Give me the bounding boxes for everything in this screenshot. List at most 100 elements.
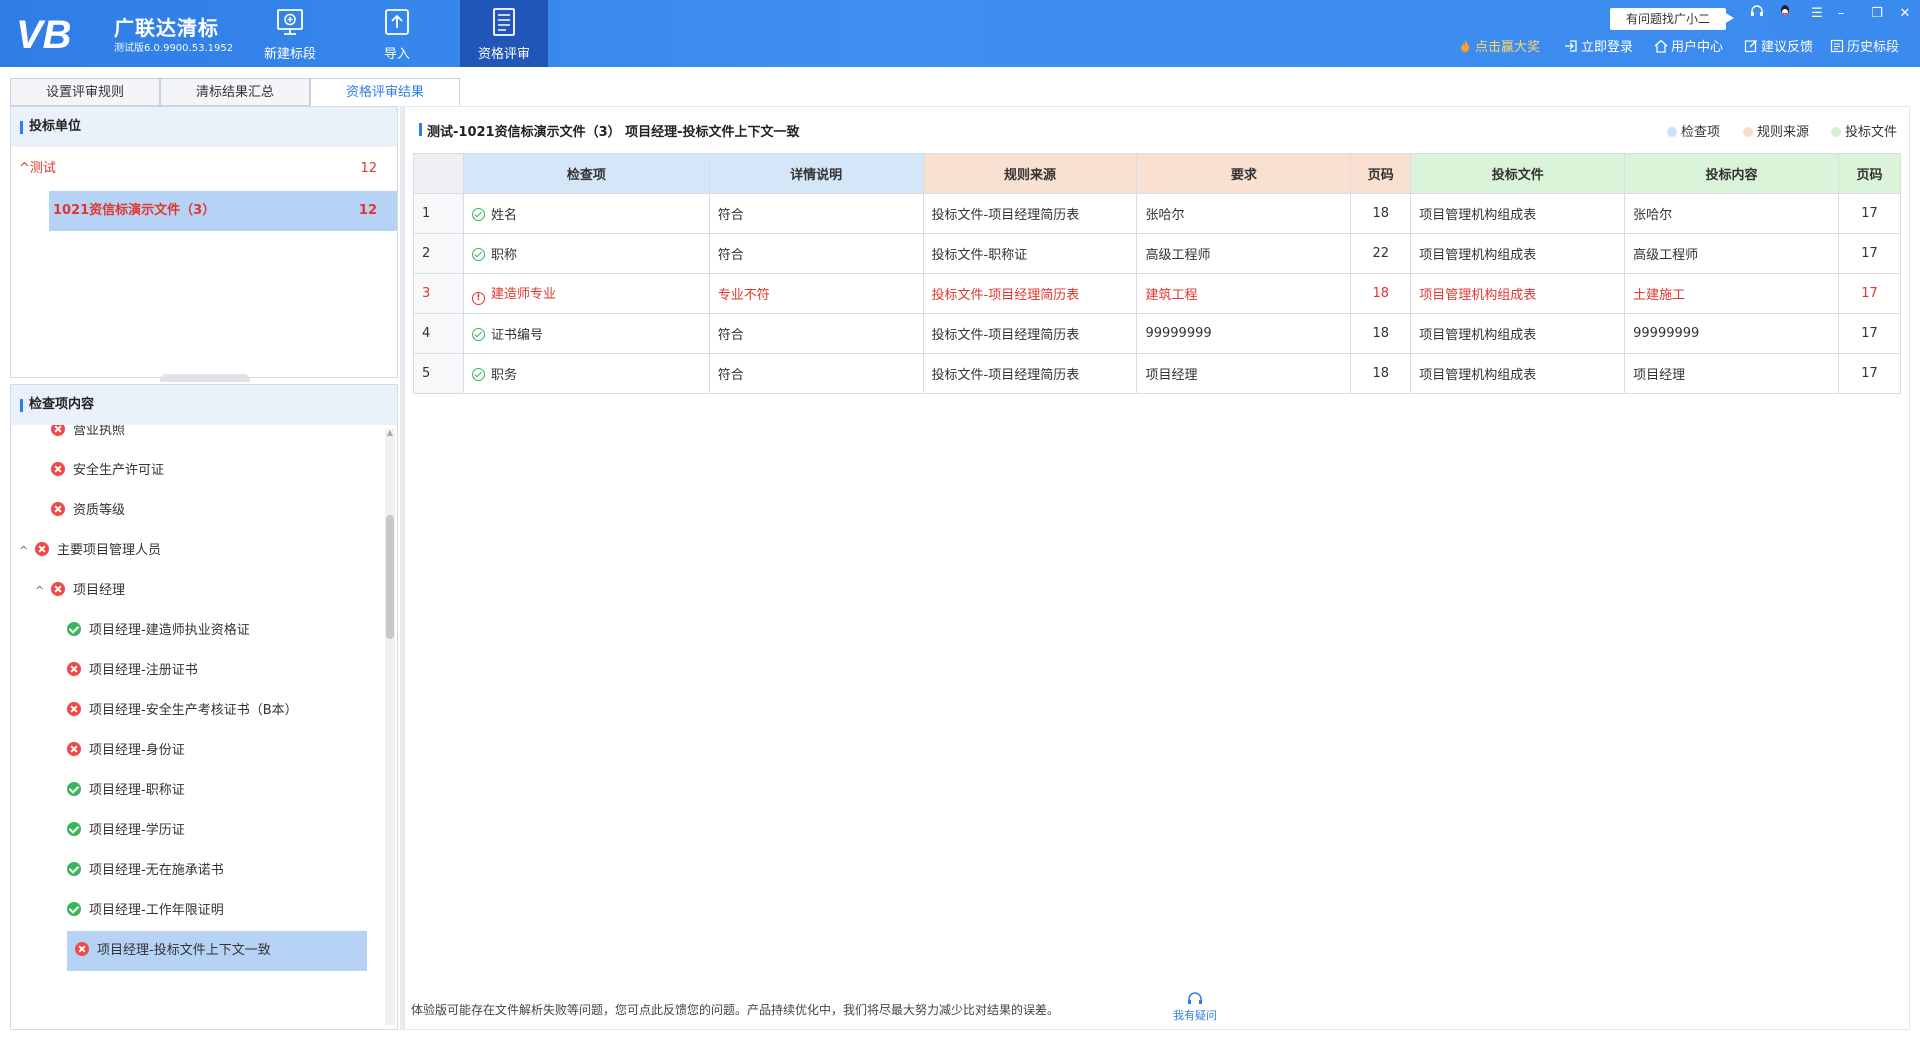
footer-note[interactable]: 体验版可能存在文件解析失败等问题，您可点此反馈您的问题。产品持续优化中，我们将尽… [411, 1001, 1059, 1018]
check-item-row[interactable]: 资质等级 [51, 491, 125, 531]
cell-bid-content: 项目经理 [1624, 353, 1839, 394]
check-item-label: 项目经理-职称证 [89, 783, 185, 798]
check-item-label: 项目经理-注册证书 [89, 663, 198, 678]
headset-icon [1188, 992, 1202, 1004]
row-index: 1 [413, 193, 464, 234]
user-center-link[interactable]: 用户中心 [1654, 38, 1723, 58]
bidder-group-row[interactable]: ^测试 12 [11, 149, 397, 189]
header-bid-file: 投标文件 [1410, 153, 1626, 194]
tree-scrollbar[interactable]: ▲ [385, 429, 395, 1025]
check-item-row[interactable]: 项目经理-投标文件上下文一致 [67, 931, 367, 971]
cell-bid-file: 项目管理机构组成表 [1410, 353, 1626, 394]
header-page: 页码 [1350, 153, 1412, 194]
table-row[interactable]: 2 职称 符合 投标文件-职称证 高级工程师 22 项目管理机构组成表 高级工程师 17 [413, 233, 1902, 274]
restore-icon[interactable]: ❐ [1866, 4, 1888, 24]
cell-detail: 符合 [708, 233, 924, 274]
cell-bid-content: 99999999 [1624, 313, 1839, 354]
toolbar-new-section-button[interactable]: 新建标段 [246, 0, 334, 67]
check-item-row[interactable]: 项目经理-职称证 [67, 771, 185, 811]
bidder-item-row[interactable]: 1021资信标演示文件（3） 12 [49, 191, 397, 231]
menu-icon[interactable]: ☰ [1806, 4, 1828, 24]
minimize-icon[interactable]: – [1830, 4, 1852, 24]
cell-detail: 符合 [708, 353, 924, 394]
feedback-link-label: 建议反馈 [1761, 40, 1814, 55]
toolbar-import-button[interactable]: 导入 [353, 0, 441, 67]
check-item-label: 项目经理-建造师执业资格证 [89, 623, 250, 638]
cell-bid-page: 17 [1837, 233, 1902, 274]
bidder-item-name: 1021资信标演示文件（3） [53, 203, 216, 218]
feedback-link[interactable]: 建议反馈 [1744, 38, 1813, 58]
award-link-label: 点击赢大奖 [1475, 40, 1541, 55]
scroll-up-icon[interactable]: ▲ [386, 429, 394, 437]
tree-scroll-thumb[interactable] [386, 515, 394, 639]
support-icon[interactable] [1746, 4, 1768, 24]
tab-qualification-result[interactable]: 资格评审结果 [310, 78, 460, 106]
check-item-label: 营业执照 [73, 425, 126, 438]
title-bar: VB 广联达清标 测试版6.0.9900.53.1952 新建标段 导入 资格评… [0, 0, 1920, 67]
check-item-row[interactable]: ^ 项目经理 [35, 571, 125, 611]
header-rule-source: 规则来源 [922, 153, 1138, 194]
table-row[interactable]: 3! 建造师专业 专业不符 投标文件-项目经理简历表 建筑工程 18 项目管理机构组成表 土建… [413, 273, 1902, 314]
cell-requirement: 高级工程师 [1136, 233, 1352, 274]
check-item-label: 项目经理-无在施承诺书 [89, 863, 224, 878]
history-link[interactable]: 历史标段 [1830, 38, 1899, 58]
check-item-label: 安全生产许可证 [73, 463, 165, 478]
bidder-panel-title: 投标单位 [11, 107, 397, 147]
cell-page: 22 [1350, 233, 1412, 274]
toolbar-qualification-review-button[interactable]: 资格评审 [460, 0, 548, 67]
check-item-row[interactable]: 项目经理-建造师执业资格证 [67, 611, 250, 651]
table-row[interactable]: 1 姓名 符合 投标文件-项目经理简历表 张哈尔 18 项目管理机构组成表 张哈尔 17 [413, 193, 1902, 234]
logo-text: VB [16, 13, 72, 56]
check-item-row[interactable]: 安全生产许可证 [51, 451, 164, 491]
cell-bid-file: 项目管理机构组成表 [1410, 193, 1626, 234]
check-item-row[interactable]: 项目经理-工作年限证明 [67, 891, 224, 931]
collapse-caret-icon[interactable]: ^ [19, 531, 35, 571]
check-circle-icon [471, 208, 485, 221]
import-icon [385, 9, 409, 35]
check-item-row[interactable]: 项目经理-安全生产考核证书（B本） [67, 691, 298, 731]
pass-icon [67, 862, 81, 876]
tab-review-rules[interactable]: 设置评审规则 [10, 78, 160, 106]
bidder-group-count: 12 [360, 161, 377, 176]
fail-icon [75, 942, 89, 956]
cell-requirement: 张哈尔 [1136, 193, 1352, 234]
cell-detail: 符合 [708, 313, 924, 354]
pass-icon [67, 782, 81, 796]
check-item-label: 项目经理-学历证 [89, 823, 185, 838]
qq-icon[interactable] [1774, 4, 1796, 24]
check-item-row[interactable]: 项目经理-身份证 [67, 731, 185, 771]
fail-icon [35, 542, 49, 556]
cell-rule-source: 投标文件-项目经理简历表 [922, 313, 1138, 354]
header-check-item: 检查项 [462, 153, 710, 194]
table-row[interactable]: 5 职务 符合 投标文件-项目经理简历表 项目经理 18 项目管理机构组成表 项目经理 17 [413, 353, 1902, 394]
tab-result-summary[interactable]: 清标结果汇总 [160, 78, 310, 106]
cell-page: 18 [1350, 273, 1412, 314]
horizontal-splitter[interactable] [160, 374, 250, 382]
table-row[interactable]: 4 证书编号 符合 投标文件-项目经理简历表 99999999 18 项目管理机构组成表 99… [413, 313, 1902, 354]
legend-check-item: 检查项 [1667, 121, 1720, 140]
warning-icon: ! [471, 291, 485, 305]
app-version: 测试版6.0.9900.53.1952 [114, 43, 234, 54]
close-icon[interactable]: ✕ [1894, 4, 1916, 24]
check-item-row[interactable]: 营业执照 [51, 425, 125, 451]
login-link[interactable]: 立即登录 [1564, 38, 1633, 58]
cell-bid-page: 17 [1837, 193, 1902, 234]
check-item-row[interactable]: 项目经理-注册证书 [67, 651, 198, 691]
collapse-caret-icon[interactable]: ^ [19, 161, 30, 176]
header-bid-page: 页码 [1837, 153, 1902, 194]
help-bubble[interactable]: 有问题找广小二 [1610, 8, 1734, 30]
toolbar-qualification-review-label: 资格评审 [477, 47, 530, 62]
check-item-row[interactable]: 项目经理-无在施承诺书 [67, 851, 224, 891]
cell-bid-page: 17 [1837, 353, 1902, 394]
cell-bid-content: 土建施工 [1624, 273, 1839, 314]
collapse-caret-icon[interactable]: ^ [35, 571, 51, 611]
check-item-row[interactable]: 项目经理-学历证 [67, 811, 185, 851]
legend-dot-icon [1831, 127, 1841, 137]
check-circle-icon [471, 368, 485, 381]
user-center-link-label: 用户中心 [1671, 40, 1724, 55]
award-link[interactable]: 点击赢大奖 [1458, 38, 1540, 58]
ask-question-button[interactable]: 我有疑问 [1165, 991, 1225, 1023]
check-circle-icon [471, 248, 485, 261]
check-item-row[interactable]: ^ 主要项目管理人员 [19, 531, 161, 571]
fail-icon [51, 462, 65, 476]
